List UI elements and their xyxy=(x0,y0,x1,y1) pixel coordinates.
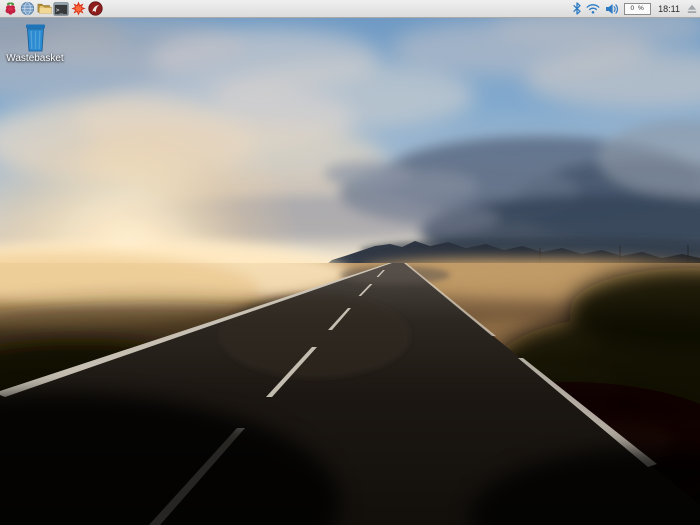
wallpaper-road-sunset xyxy=(0,18,700,525)
taskbar: >_ xyxy=(0,0,700,18)
wastebasket-icon xyxy=(23,23,48,52)
raspberry-menu-icon[interactable] xyxy=(2,1,18,17)
file-manager-icon[interactable] xyxy=(36,1,52,17)
cpu-usage-monitor[interactable]: 0 % xyxy=(624,3,651,15)
wolfram-icon[interactable] xyxy=(87,1,103,17)
volume-icon[interactable] xyxy=(605,3,619,15)
terminal-glyph-box: >_ xyxy=(53,2,69,16)
taskbar-tray: 0 % 18:11 xyxy=(573,2,700,15)
globe-browser-icon[interactable] xyxy=(19,1,35,17)
eject-icon[interactable] xyxy=(687,4,697,14)
taskbar-launchers: >_ xyxy=(0,1,103,17)
wolfram-glyph xyxy=(88,1,103,16)
clock[interactable]: 18:11 xyxy=(656,4,682,14)
bluetooth-glyph xyxy=(573,2,581,15)
volume-glyph xyxy=(605,3,619,15)
terminal-prompt-glyph: >_ xyxy=(56,6,64,13)
bluetooth-icon[interactable] xyxy=(573,2,581,15)
clock-time: 18:11 xyxy=(658,4,680,14)
folders-glyph xyxy=(36,1,52,16)
desktop-icon-wastebasket[interactable]: Wastebasket xyxy=(4,23,66,64)
mathematica-star-glyph xyxy=(71,1,86,16)
desktop-icon-label: Wastebasket xyxy=(6,53,63,64)
wifi-icon[interactable] xyxy=(586,3,600,14)
mathematica-icon[interactable] xyxy=(70,1,86,17)
eject-glyph xyxy=(687,4,697,14)
raspberry-pi-desktop: >_ xyxy=(0,0,700,525)
terminal-icon[interactable]: >_ xyxy=(53,1,69,17)
wifi-glyph xyxy=(586,3,600,14)
desktop: Wastebasket xyxy=(0,18,700,525)
raspberry-menu-glyph xyxy=(3,1,18,16)
cpu-usage-value: 0 % xyxy=(631,5,645,12)
globe-glyph xyxy=(20,1,35,16)
